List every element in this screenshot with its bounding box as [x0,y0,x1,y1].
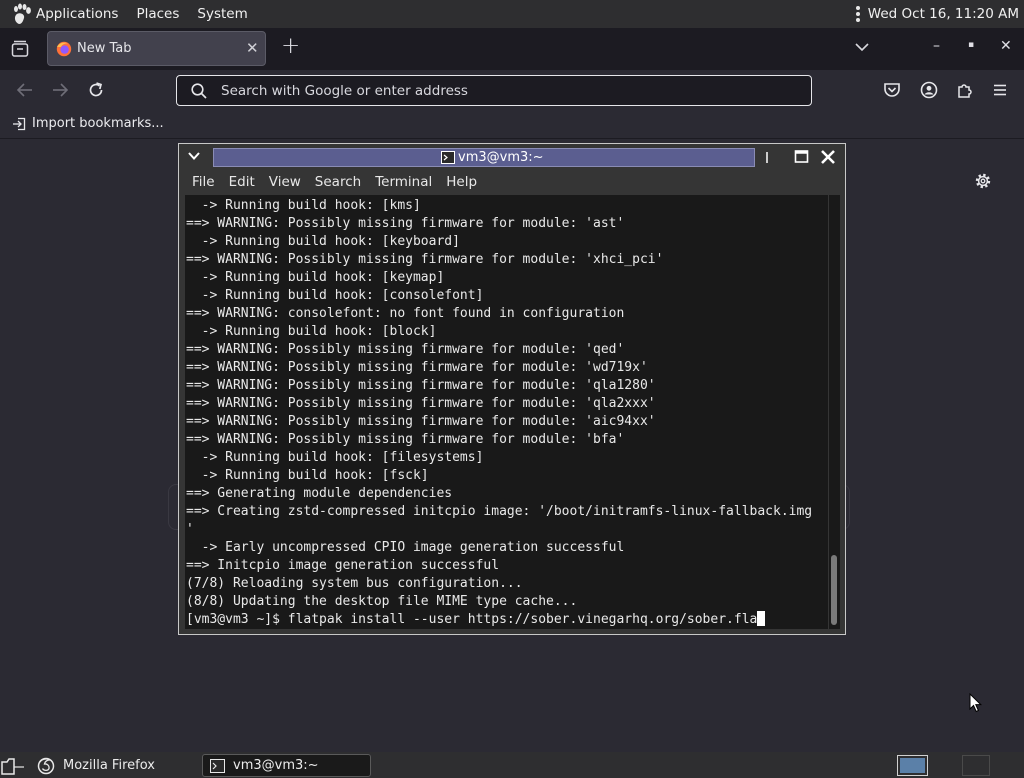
terminal-menubar: File Edit View Search Terminal Help [179,169,845,195]
url-bar[interactable] [176,75,812,106]
import-icon [13,117,26,130]
terminal-menu-edit[interactable]: Edit [229,174,255,190]
terminal-line: ==> Generating module dependencies [186,486,453,501]
terminal-line: (8/8) Updating the desktop file MIME typ… [186,594,578,609]
terminal-line: ==> WARNING: Possibly missing firmware f… [186,378,656,393]
terminal-cursor [757,611,766,626]
terminal-prompt-text: [vm3@vm3 ~]$ flatpak install --user http… [186,612,758,627]
reload-icon[interactable] [86,80,106,100]
tab-close-icon[interactable]: ✕ [246,39,259,57]
taskbar-firefox[interactable]: Mozilla Firefox [30,754,195,777]
terminal-prompt-line[interactable]: [vm3@vm3 ~]$ flatpak install --user http… [185,611,828,629]
taskbar-firefox-label: Mozilla Firefox [63,758,155,773]
browser-tab-new-tab[interactable]: New Tab ✕ [47,31,266,66]
terminal-menu-help[interactable]: Help [446,174,477,190]
window-minimize-button[interactable]: – [933,38,940,54]
mouse-pointer-icon [969,693,983,713]
search-icon [191,83,207,99]
terminal-lines: -> Running build hook: [kms] ==> WARNING:… [185,197,828,629]
terminal-line: -> Running build hook: [keymap] [186,270,445,285]
back-arrow-icon[interactable] [15,80,35,100]
terminal-icon [441,151,455,164]
terminal-maximize-icon[interactable] [793,148,811,166]
show-desktop-icon[interactable] [1,757,25,775]
gear-icon[interactable] [973,171,993,191]
terminal-line: -> Running build hook: [block] [186,324,437,339]
firefox-icon [37,757,55,774]
terminal-output[interactable]: -> Running build hook: [kms] ==> WARNING:… [185,195,828,629]
terminal-scrollbar-thumb[interactable] [831,555,837,625]
terminal-line: ==> WARNING: consolefont: no font found … [186,306,625,321]
new-tab-button[interactable]: + [281,33,300,59]
list-all-tabs-icon[interactable] [10,39,30,59]
terminal-window[interactable]: vm3@vm3:~ File Edit View Search Terminal… [178,143,846,635]
terminal-line: -> Running build hook: [filesystems] [186,450,484,465]
terminal-line: -> Running build hook: [keyboard] [186,234,460,249]
window-menu-chevron-icon[interactable] [187,150,201,162]
pocket-icon[interactable] [882,80,902,100]
terminal-line: ==> WARNING: Possibly missing firmware f… [186,360,648,375]
terminal-title: vm3@vm3:~ [458,150,544,165]
terminal-title-area: vm3@vm3:~ [213,148,755,167]
terminal-close-icon[interactable] [819,148,837,166]
terminal-line: -> Running build hook: [fsck] [186,468,429,483]
terminal-line: -> Running build hook: [consolefont] [186,288,484,303]
workspace-window-thumb [900,758,925,773]
tab-title: New Tab [77,41,132,56]
terminal-line: ==> WARNING: Possibly missing firmware f… [186,252,664,267]
terminal-line: ==> Creating zstd-compressed initcpio im… [186,504,813,519]
terminal-titlebar[interactable]: vm3@vm3:~ [179,144,845,169]
applications-menu[interactable]: Applications [36,6,118,22]
terminal-line: (7/8) Reloading system bus configuration… [186,576,523,591]
workspace-2[interactable] [962,755,990,776]
import-bookmarks-button[interactable]: Import bookmarks... [12,116,164,131]
workspace-1[interactable] [897,755,928,776]
firefox-icon [56,41,72,57]
terminal-scrollbar[interactable] [829,195,840,629]
gnome-foot-icon[interactable] [11,3,33,25]
terminal-line: ==> WARNING: Possibly missing firmware f… [186,342,625,357]
taskbar-terminal-label: vm3@vm3:~ [233,758,319,773]
extensions-icon[interactable] [955,80,975,100]
terminal-minimize-icon[interactable] [765,148,783,166]
taskbar-terminal[interactable]: vm3@vm3:~ [202,754,371,777]
bottom-taskbar: Mozilla Firefox vm3@vm3:~ [0,752,1024,778]
terminal-menu-search[interactable]: Search [315,174,361,190]
terminal-line: ==> WARNING: Possibly missing firmware f… [186,396,656,411]
terminal-line: ==> WARNING: Possibly missing firmware f… [186,414,656,429]
top-panel: Applications Places System Wed Oct 16, 1… [0,0,1024,28]
places-menu[interactable]: Places [136,6,179,22]
chevron-down-icon[interactable] [854,39,870,55]
terminal-menu-view[interactable]: View [269,174,301,190]
bookmarks-toolbar: Import bookmarks... [0,110,1024,139]
import-bookmarks-label: Import bookmarks... [32,116,164,131]
window-maximize-button[interactable]: ▪ [968,40,974,50]
terminal-line: ==> WARNING: Possibly missing firmware f… [186,432,625,447]
hamburger-menu-icon[interactable] [990,80,1010,100]
terminal-line: ' [186,522,194,537]
forward-arrow-icon[interactable] [50,80,70,100]
window-close-button[interactable]: ✕ [1000,38,1012,54]
system-menu[interactable]: System [197,6,247,22]
terminal-line: -> Running build hook: [kms] [186,198,421,213]
terminal-icon [210,758,225,773]
panel-clock[interactable]: Wed Oct 16, 11:20 AM [868,6,1019,22]
terminal-line: -> Early uncompressed CPIO image generat… [186,540,625,555]
url-input[interactable] [221,81,781,101]
account-icon[interactable] [919,80,939,100]
browser-nav-bar [0,70,1024,110]
terminal-menu-file[interactable]: File [192,174,215,190]
browser-tab-strip: New Tab ✕ + – ▪ ✕ [0,28,1024,70]
terminal-line: ==> Initcpio image generation successful [186,558,500,573]
terminal-line: ==> WARNING: Possibly missing firmware f… [186,216,625,231]
terminal-menu-terminal[interactable]: Terminal [375,174,432,190]
more-vertical-icon[interactable] [855,6,860,22]
